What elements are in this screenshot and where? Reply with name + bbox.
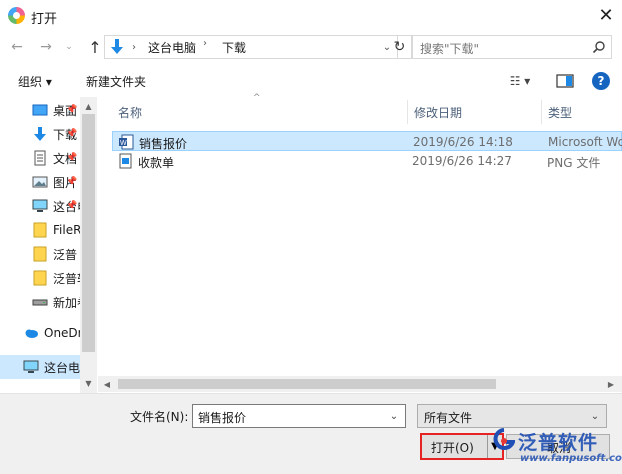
computer-icon bbox=[23, 359, 39, 375]
document-icon bbox=[32, 150, 48, 166]
file-row[interactable]: 收款单 2019/6/26 14:27 PNG 文件 bbox=[112, 151, 622, 171]
nav-item-this-pc[interactable]: 这台电脑 bbox=[0, 355, 80, 379]
download-icon bbox=[32, 126, 48, 142]
svg-text:W: W bbox=[120, 140, 127, 147]
back-button[interactable]: ← bbox=[6, 36, 28, 58]
pin-icon: 📌 bbox=[66, 129, 78, 139]
nav-item-fanpu-software[interactable]: 泛普软件 bbox=[0, 266, 80, 290]
close-button[interactable]: ✕ bbox=[590, 0, 622, 30]
pin-icon: 📌 bbox=[66, 177, 78, 187]
breadcrumb-this-pc[interactable]: 这台电脑 bbox=[148, 39, 196, 56]
image-file-icon bbox=[118, 153, 133, 169]
nav-item-this-pc-pinned[interactable]: 这台电脑 📌 bbox=[0, 194, 80, 218]
preview-pane-button[interactable] bbox=[555, 72, 575, 90]
file-date: 2019/6/26 14:27 bbox=[412, 154, 512, 168]
search-input[interactable]: 搜索"下载" bbox=[420, 40, 479, 57]
folder-icon bbox=[32, 246, 48, 262]
scroll-up-icon[interactable]: ▲ bbox=[80, 99, 97, 113]
watermark-url: www.fanpusoft.com bbox=[520, 453, 622, 464]
breadcrumb-downloads[interactable]: 下载 bbox=[222, 39, 246, 56]
nav-item-pictures[interactable]: 图片 📌 bbox=[0, 170, 80, 194]
nav-item-downloads[interactable]: 下载 📌 bbox=[0, 122, 80, 146]
file-date: 2019/6/26 14:18 bbox=[413, 135, 513, 149]
watermark-logo-icon bbox=[493, 428, 516, 454]
nav-item-label: FileRecv bbox=[53, 223, 80, 237]
window-title: 打开 bbox=[31, 12, 58, 27]
view-options-button[interactable]: ☷ ▾ bbox=[500, 71, 540, 91]
filetype-dropdown-icon[interactable]: ⌄ bbox=[586, 405, 604, 427]
nav-item-label: 泛普 bbox=[53, 247, 78, 262]
file-name: 收款单 bbox=[138, 156, 175, 170]
pin-icon: 📌 bbox=[66, 105, 78, 115]
download-folder-icon bbox=[108, 38, 126, 56]
new-folder-button[interactable]: 新建文件夹 bbox=[86, 73, 146, 90]
nav-item-fanpu[interactable]: 泛普 bbox=[0, 242, 80, 266]
nav-item-onedrive[interactable]: OneDrive bbox=[0, 321, 80, 345]
up-folder-button[interactable]: ↑ bbox=[84, 36, 106, 58]
nav-item-filerecv[interactable]: FileRecv bbox=[0, 218, 80, 242]
scroll-left-icon[interactable]: ◀ bbox=[100, 378, 114, 390]
column-header-type[interactable]: 类型 bbox=[541, 100, 622, 124]
file-row[interactable]: W 销售报价 2019/6/26 14:18 Microsoft Wo bbox=[112, 131, 622, 151]
refresh-button[interactable]: ↻ bbox=[388, 35, 412, 59]
recent-locations-button[interactable]: ⌄ bbox=[62, 36, 76, 58]
nav-item-label: 这台电脑 bbox=[44, 360, 80, 375]
cloud-icon bbox=[23, 325, 39, 341]
column-header-name[interactable]: 名称 bbox=[98, 100, 407, 124]
picture-icon bbox=[32, 174, 48, 190]
filename-label: 文件名(N): bbox=[130, 410, 189, 424]
scroll-right-icon[interactable]: ▶ bbox=[604, 378, 618, 390]
filename-dropdown-icon[interactable]: ⌄ bbox=[384, 405, 404, 427]
folder-icon bbox=[32, 222, 48, 238]
file-type: Microsoft Wo bbox=[548, 135, 622, 149]
breadcrumb-separator-icon[interactable]: › bbox=[203, 38, 207, 49]
nav-item-documents[interactable]: 文档 📌 bbox=[0, 146, 80, 170]
open-button-label: 打开(O) bbox=[431, 441, 474, 455]
desktop-icon bbox=[32, 102, 48, 118]
help-button[interactable]: ? bbox=[592, 72, 610, 90]
horizontal-scroll-thumb[interactable] bbox=[118, 379, 496, 389]
nav-item-new-volume[interactable]: 新加卷 bbox=[0, 290, 80, 314]
nav-item-desktop[interactable]: 桌面 📌 bbox=[0, 98, 80, 122]
file-name: 销售报价 bbox=[139, 137, 188, 151]
folder-icon bbox=[32, 270, 48, 286]
forward-button[interactable]: → bbox=[35, 36, 57, 58]
word-doc-icon: W bbox=[119, 134, 134, 150]
computer-icon bbox=[32, 198, 48, 214]
address-chevron-icon[interactable]: › bbox=[128, 38, 140, 56]
nav-item-label: OneDrive bbox=[44, 326, 80, 340]
watermark-text: 泛普软件 bbox=[518, 432, 599, 454]
drive-icon bbox=[32, 294, 48, 310]
nav-item-label: 泛普软件 bbox=[53, 271, 80, 286]
filetype-select[interactable]: 所有文件 bbox=[417, 404, 607, 428]
title-bar bbox=[0, 0, 622, 32]
scroll-down-icon[interactable]: ▼ bbox=[80, 376, 97, 390]
pin-icon: 📌 bbox=[66, 201, 78, 211]
app-logo-icon bbox=[8, 7, 25, 24]
nav-item-label: 新加卷 bbox=[53, 295, 80, 310]
column-header-date[interactable]: 修改日期 bbox=[407, 100, 541, 124]
pin-icon: 📌 bbox=[66, 153, 78, 163]
filename-input[interactable]: 销售报价 bbox=[192, 404, 406, 428]
search-icon[interactable] bbox=[590, 37, 608, 57]
nav-scroll-thumb[interactable] bbox=[82, 114, 95, 352]
file-type: PNG 文件 bbox=[547, 156, 601, 170]
organize-menu-button[interactable]: 组织 ▾ bbox=[18, 73, 52, 90]
